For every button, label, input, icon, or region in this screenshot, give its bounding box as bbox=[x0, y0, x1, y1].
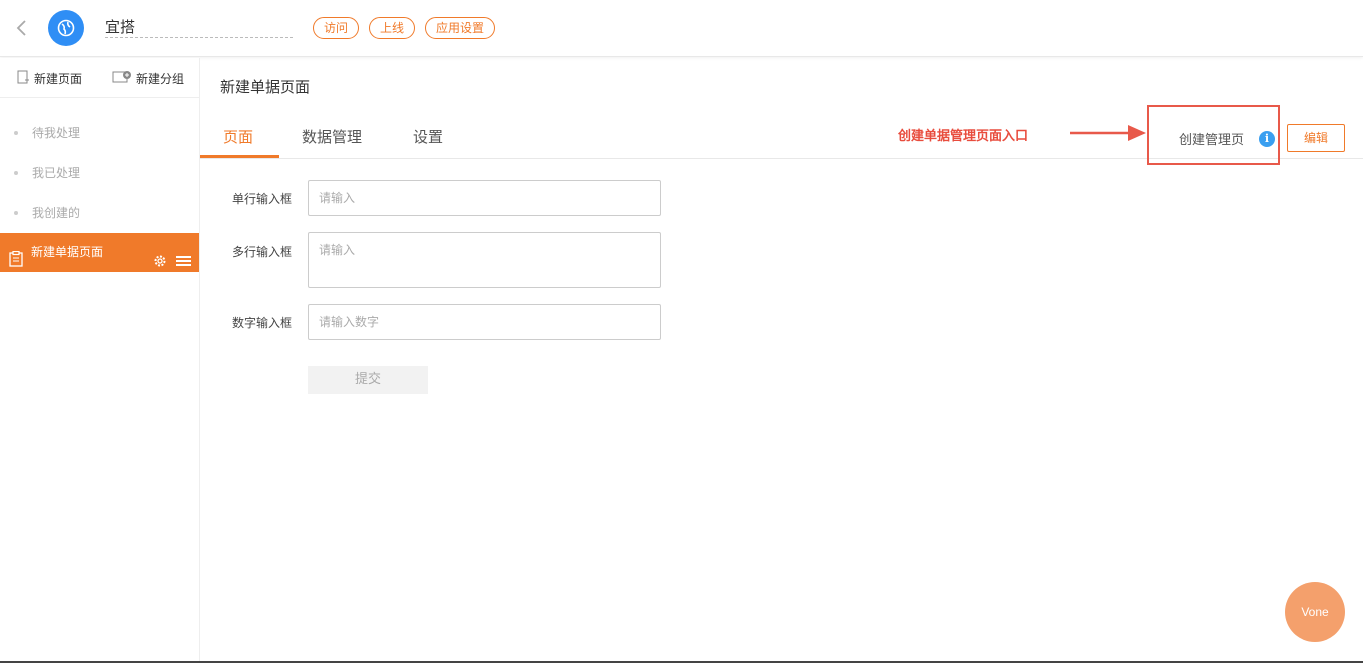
tab-data-management[interactable]: 数据管理 bbox=[302, 126, 362, 147]
new-group-icon bbox=[112, 70, 132, 87]
sidebar-item-created[interactable]: 我创建的 bbox=[0, 193, 199, 233]
menu-icon[interactable] bbox=[176, 245, 191, 284]
annotation-arrow-icon bbox=[1070, 125, 1146, 141]
tab-page[interactable]: 页面 bbox=[223, 126, 253, 147]
sidebar-actions: 新建页面 新建分组 bbox=[0, 58, 199, 98]
visit-tag-button[interactable]: 访问 bbox=[313, 17, 359, 39]
sidebar-item-pending[interactable]: 待我处理 bbox=[0, 113, 199, 153]
form-field-label: 多行输入框 bbox=[231, 245, 292, 259]
sidebar-item-processed[interactable]: 我已处理 bbox=[0, 153, 199, 193]
sidebar-item-label: 待我处理 bbox=[32, 126, 81, 140]
publish-tag-button[interactable]: 上线 bbox=[369, 17, 415, 39]
app-logo-icon bbox=[48, 10, 84, 46]
tab-settings[interactable]: 设置 bbox=[413, 126, 443, 147]
back-arrow-icon[interactable] bbox=[12, 17, 32, 39]
new-page-label: 新建页面 bbox=[34, 72, 83, 86]
sidebar-item-label: 我创建的 bbox=[32, 206, 81, 220]
bullet-icon bbox=[14, 171, 18, 175]
page-title: 新建单据页面 bbox=[220, 78, 311, 96]
new-page-button[interactable]: 新建页面 bbox=[16, 70, 82, 87]
annotation-label: 创建单据管理页面入口 bbox=[898, 129, 1029, 144]
number-input[interactable]: 请输入数字 bbox=[308, 304, 661, 340]
new-page-icon bbox=[16, 70, 30, 87]
form-page-icon bbox=[9, 244, 23, 283]
form-field-label: 单行输入框 bbox=[231, 192, 292, 206]
sidebar-item-label: 新建单据页面 bbox=[31, 245, 104, 259]
gear-icon[interactable] bbox=[153, 245, 167, 284]
submit-button[interactable]: 提交 bbox=[308, 366, 428, 394]
bullet-icon bbox=[14, 131, 18, 135]
app-name[interactable]: 宜搭 bbox=[105, 18, 293, 38]
top-bar: 宜搭 访问 上线 应用设置 bbox=[0, 0, 1363, 57]
info-icon[interactable]: i bbox=[1259, 131, 1275, 147]
new-group-button[interactable]: 新建分组 bbox=[112, 70, 184, 87]
sidebar-item-new-form-page[interactable]: 新建单据页面 bbox=[0, 233, 199, 272]
app-settings-tag-button[interactable]: 应用设置 bbox=[425, 17, 495, 39]
bullet-icon bbox=[14, 211, 18, 215]
form-field-label: 数字输入框 bbox=[231, 316, 292, 330]
active-tab-indicator bbox=[200, 155, 279, 158]
single-line-input[interactable]: 请输入 bbox=[308, 180, 661, 216]
sidebar-item-label: 我已处理 bbox=[32, 166, 81, 180]
edit-button[interactable]: 编辑 bbox=[1287, 124, 1345, 152]
vone-floating-button[interactable]: Vone bbox=[1285, 582, 1345, 642]
sidebar: 新建页面 新建分组 待我处理 我已处理 我创建的 新建单据页面 bbox=[0, 58, 200, 663]
multi-line-input[interactable]: 请输入 bbox=[308, 232, 661, 288]
new-group-label: 新建分组 bbox=[136, 72, 185, 86]
create-manage-page-link[interactable]: 创建管理页 bbox=[1179, 129, 1244, 148]
